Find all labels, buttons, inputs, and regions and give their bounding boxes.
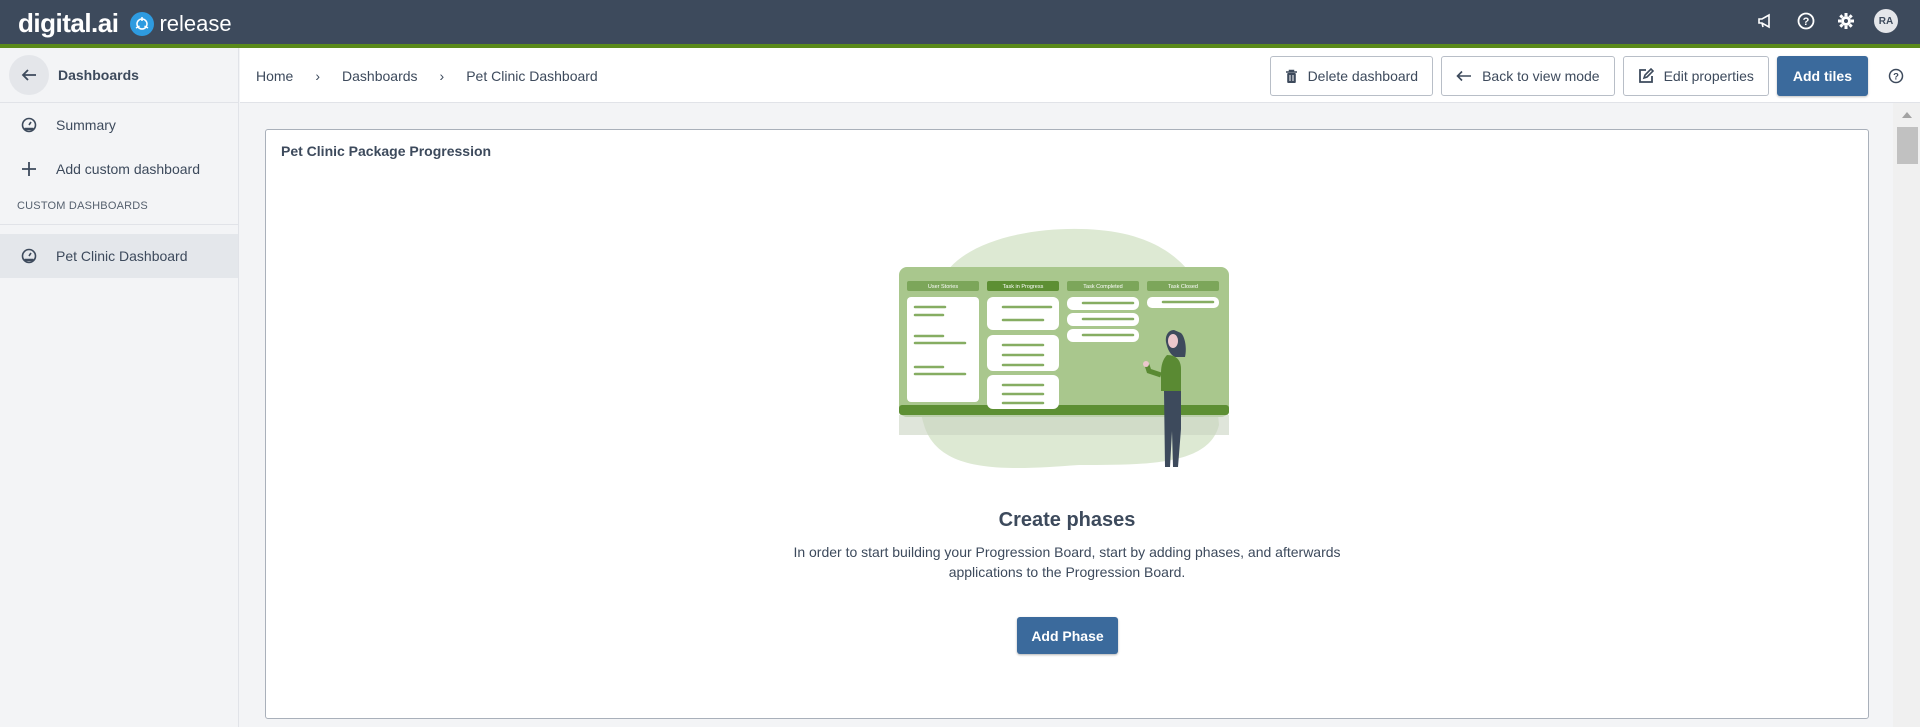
sidebar-header: Dashboards: [0, 48, 238, 103]
page-header: Home › Dashboards › Pet Clinic Dashboard…: [240, 48, 1920, 103]
add-phase-button[interactable]: Add Phase: [1017, 617, 1118, 654]
dashboard-gauge-icon: [18, 117, 40, 133]
button-label: Edit properties: [1663, 68, 1754, 84]
dashboard-gauge-icon: [18, 248, 40, 264]
tile-title: Pet Clinic Package Progression: [281, 143, 492, 159]
illus-col-label: Task Completed: [1083, 284, 1122, 290]
sidebar: Dashboards Summary Add custom dashboard …: [0, 48, 239, 727]
sidebar-item-summary[interactable]: Summary: [0, 103, 238, 147]
scrollbar-thumb[interactable]: [1897, 127, 1918, 164]
button-label: Delete dashboard: [1307, 68, 1419, 84]
back-to-view-mode-button[interactable]: Back to view mode: [1441, 56, 1615, 96]
settings-icon[interactable]: [1834, 9, 1858, 33]
progression-board-illustration: User Stories Task in Progress Task Compl…: [899, 228, 1229, 469]
add-tiles-button[interactable]: Add tiles: [1776, 56, 1868, 96]
svg-text:?: ?: [1803, 16, 1810, 28]
trash-icon: [1285, 69, 1298, 84]
plus-icon: [18, 161, 40, 177]
empty-state-title: Create phases: [998, 509, 1136, 531]
sidebar-title: Dashboards: [58, 67, 139, 83]
illus-col-label: User Stories: [928, 284, 959, 290]
sidebar-item-label: Pet Clinic Dashboard: [56, 248, 188, 264]
illus-col-label: Task in Progress: [1003, 284, 1044, 290]
illus-col-label: Task Closed: [1168, 284, 1198, 290]
vertical-scrollbar[interactable]: [1893, 103, 1920, 727]
dashboard-content: Pet Clinic Package Progression User Stor…: [240, 103, 1893, 727]
help-icon[interactable]: ?: [1794, 9, 1818, 33]
sidebar-item-label: Add custom dashboard: [56, 161, 200, 177]
chevron-right-icon: ›: [439, 67, 445, 84]
sidebar-item-label: Summary: [56, 117, 116, 133]
edit-properties-button[interactable]: Edit properties: [1622, 56, 1769, 96]
announcements-icon[interactable]: [1754, 9, 1778, 33]
button-label: Back to view mode: [1482, 68, 1600, 84]
arrow-left-icon: [21, 69, 36, 81]
svg-text:?: ?: [1893, 72, 1899, 83]
user-avatar[interactable]: RA: [1874, 9, 1898, 33]
breadcrumb-dashboards[interactable]: Dashboards: [342, 68, 418, 84]
progression-tile: Pet Clinic Package Progression User Stor…: [265, 129, 1869, 719]
app-logo[interactable]: digital.ai release: [18, 8, 232, 39]
breadcrumb: Home › Dashboards › Pet Clinic Dashboard: [256, 48, 598, 103]
edit-icon: [1638, 68, 1654, 84]
top-navigation-bar: digital.ai release ? RA: [0, 0, 1920, 44]
product-name: release: [159, 10, 232, 36]
breadcrumb-current: Pet Clinic Dashboard: [466, 67, 598, 84]
arrow-left-icon: [1456, 70, 1472, 82]
chevron-right-icon: ›: [315, 67, 321, 84]
delete-dashboard-button[interactable]: Delete dashboard: [1269, 56, 1434, 96]
help-icon[interactable]: ?: [1876, 56, 1916, 96]
back-button[interactable]: [9, 55, 49, 95]
breadcrumb-home[interactable]: Home: [256, 68, 293, 84]
sidebar-item-pet-clinic-dashboard[interactable]: Pet Clinic Dashboard: [0, 234, 238, 278]
scroll-up-arrow-icon[interactable]: [1902, 112, 1912, 118]
empty-state-description: In order to start building your Progress…: [793, 544, 1341, 580]
section-label-custom-dashboards: CUSTOM DASHBOARDS: [0, 191, 238, 225]
brand-name: digital.ai: [18, 8, 119, 38]
release-logo-icon: [130, 11, 155, 36]
sidebar-item-add-custom-dashboard[interactable]: Add custom dashboard: [0, 147, 238, 191]
